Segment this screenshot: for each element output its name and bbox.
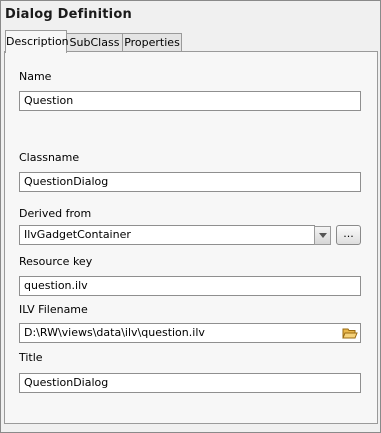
title-label: Title bbox=[19, 351, 43, 364]
tab-properties[interactable]: Properties bbox=[122, 33, 182, 52]
browse-class-button[interactable]: ... bbox=[336, 225, 361, 245]
resource-key-field[interactable]: question.ilv bbox=[19, 276, 361, 296]
ilv-filename-label: ILV Filename bbox=[19, 303, 88, 316]
combo-dropdown-button[interactable] bbox=[314, 226, 331, 245]
description-panel: Name Question Classname QuestionDialog D… bbox=[4, 51, 378, 424]
tab-description[interactable]: Description bbox=[5, 30, 69, 53]
classname-field[interactable]: QuestionDialog bbox=[19, 172, 361, 192]
derived-from-label: Derived from bbox=[19, 207, 92, 220]
window-title: Dialog Definition bbox=[5, 7, 132, 22]
ilv-filename-field[interactable]: D:\RW\views\data\ilv\question.ilv bbox=[19, 323, 361, 343]
chevron-down-icon bbox=[318, 228, 327, 241]
name-label: Name bbox=[19, 70, 52, 83]
classname-label: Classname bbox=[19, 151, 80, 164]
title-field[interactable]: QuestionDialog bbox=[19, 373, 361, 393]
dialog-window: Dialog Definition Description SubClass P… bbox=[0, 0, 381, 433]
folder-open-icon[interactable] bbox=[342, 326, 358, 343]
tab-subclass[interactable]: SubClass bbox=[65, 33, 124, 52]
derived-from-combo[interactable]: IlvGadgetContainer bbox=[19, 225, 315, 245]
name-field[interactable]: Question bbox=[19, 91, 361, 111]
resource-key-label: Resource key bbox=[19, 255, 93, 268]
